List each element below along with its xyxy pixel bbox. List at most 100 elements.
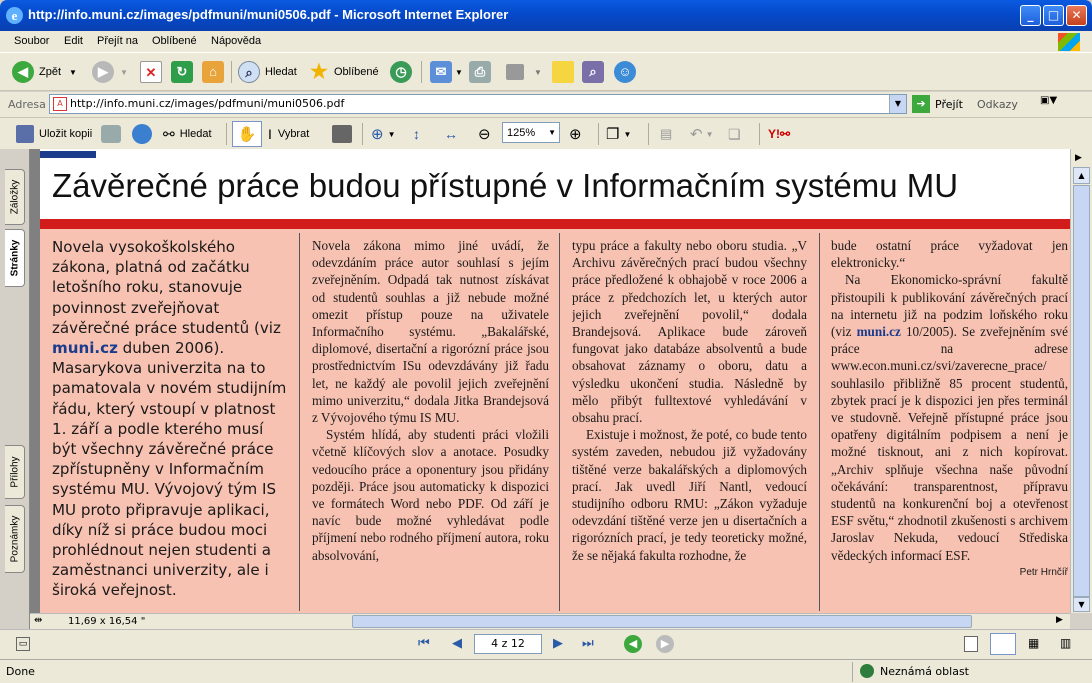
last-page-button[interactable]: ⏭ [582,636,594,651]
address-dropdown-icon[interactable]: ▼ [889,95,906,113]
page-number-input[interactable]: 4 z 12 [474,634,542,654]
scroll-down-button[interactable]: ▼ [1073,597,1090,612]
magnifier-icon: ⌕ [238,61,260,83]
rotate-dropdown-icon[interactable]: ▼ [623,130,631,139]
minimize-button[interactable]: _ [1020,5,1041,26]
history-button[interactable]: ◷ [390,60,412,84]
back-button[interactable]: ◀ Zpět ▼ [12,60,77,84]
address-input[interactable]: A http://info.muni.cz/images/pdfmuni/mun… [49,94,907,114]
menu-file[interactable]: Soubor [14,35,49,47]
camera-icon [332,125,352,143]
tab-comments[interactable]: Poznámky [5,505,25,573]
scroll-right-button[interactable]: ▶ [1056,615,1063,625]
print-button[interactable]: ⎙ [469,60,491,84]
refresh-button[interactable]: ↻ [171,60,193,84]
horizontal-scroll-thumb[interactable] [352,615,972,628]
menu-favorites[interactable]: Oblíbené [152,35,197,47]
menu-help[interactable]: Nápověda [211,35,261,47]
tab-pages[interactable]: Stránky [5,229,25,287]
article-column-2: Novela zákona mimo jiné uvádí, že odevzd… [312,237,549,611]
home-button[interactable]: ⌂ [202,60,224,84]
scroll-up-button[interactable]: ▲ [1073,167,1090,184]
menu-edit[interactable]: Edit [64,35,83,47]
copy-button[interactable]: ❏ [728,122,741,146]
zoom-dropdown-icon[interactable]: ▼ [548,128,556,137]
stop-button[interactable]: ✕ [140,60,162,84]
vertical-scroll-thumb[interactable] [1073,185,1090,597]
links-button[interactable]: Odkazy [977,98,1018,111]
first-page-button[interactable]: ⏮ [418,636,430,651]
undo-dropdown-icon[interactable]: ▼ [706,130,714,139]
go-arrow-icon: ➔ [912,95,930,113]
yahoo-button[interactable]: Y!⚯ [768,122,790,146]
column-divider [559,233,560,611]
go-button[interactable]: ➔ Přejít [912,95,963,113]
maximize-button[interactable]: □ [1043,5,1064,26]
pdf-search-button[interactable]: ⚯ Hledat [163,122,212,146]
save-copy-button[interactable]: Uložit kopii [16,122,92,146]
hand-tool-button[interactable]: ✋ [232,121,262,147]
continuous-facing-icon[interactable]: ▥ [1060,636,1071,650]
mail-dropdown-icon[interactable]: ▼ [455,68,463,77]
toolbar-separator [421,61,422,83]
snapshot-button[interactable] [332,122,352,146]
undo-button[interactable]: ↶ ▼ [690,122,714,146]
article-column-3: typu práce a fakulty nebo oboru studia. … [572,237,807,611]
text-cursor-icon: I [268,126,272,142]
fit-width-button[interactable]: ↔ [444,122,458,146]
page-options-arrow-icon[interactable]: ▶ [1075,153,1082,163]
previous-page-button[interactable]: ◀ [452,636,462,651]
horizontal-scrollbar[interactable]: ⇹ 11,69 x 16,54 " ▶ [30,613,1070,629]
pane-toggle-icon[interactable]: ▭ [16,637,30,651]
yahoo-logo-icon: Y!⚯ [768,127,791,141]
muni-cz-mention: muni.cz [52,339,118,358]
binoculars-icon: ⚯ [163,125,175,142]
single-page-icon[interactable] [964,636,978,652]
rotate-menu-button[interactable]: ❐ ▼ [606,122,631,146]
zoom-in-button[interactable]: ⊕ [569,122,582,146]
document-viewport[interactable]: Závěrečné práce budou přístupné v Inform… [30,149,1070,613]
text-select-button[interactable]: ▤ [660,122,672,146]
author-signature: Petr Hrnčíř [1019,566,1068,578]
ie-tools-icon[interactable]: ▣▼ [1040,95,1070,113]
vertical-scrollbar[interactable]: ▶ ▲ ▼ [1070,149,1092,613]
paragraph: bude ostatní práce vyžadovat jen elektro… [831,238,1068,271]
zoom-out-button[interactable]: ⊖ [478,122,491,146]
paragraph: Existuje i možnost, že poté, co bude ten… [572,427,807,563]
toolbar-separator [759,123,760,145]
notes-button[interactable] [552,60,574,84]
tab-bookmarks[interactable]: Záložky [5,169,25,225]
search-button[interactable]: ⌕ Hledat [238,60,297,84]
select-tool-button[interactable]: I Vybrat [268,122,309,146]
messenger-button[interactable]: ☺ [614,60,636,84]
pdf-print-button[interactable] [101,122,121,146]
toolbar-separator [226,123,227,145]
split-handle-icon[interactable]: ⇹ [34,615,42,626]
zoom-select[interactable]: 125% ▼ [502,122,560,143]
next-page-button[interactable]: ▶ [553,636,563,651]
edit-button[interactable]: ▼ [506,60,542,84]
favorites-button[interactable]: ★ Oblíbené [308,60,379,84]
back-dropdown-icon[interactable]: ▼ [69,68,77,77]
fit-page-button[interactable]: ↕ [413,122,420,146]
zoom-tool-dropdown-icon[interactable]: ▼ [388,130,396,139]
tab-attachments[interactable]: Přílohy [5,445,25,499]
globe-icon [860,664,874,678]
forward-dropdown-icon[interactable]: ▼ [120,68,128,77]
mail-button[interactable]: ✉ ▼ [430,60,463,84]
research-button[interactable]: ⌕ [582,60,604,84]
next-view-button[interactable]: ▶ [656,635,674,653]
top-accent-bar [40,151,96,158]
pdf-email-button[interactable] [132,122,152,146]
edit-dropdown-icon[interactable]: ▼ [534,68,542,77]
plus-circle-icon: ⊕ [569,126,582,143]
facing-pages-icon[interactable]: ▦ [1028,636,1039,650]
printer-icon [101,125,121,143]
navigation-pane: Záložky Stránky Přílohy Poznámky [0,149,30,632]
continuous-page-icon[interactable] [990,633,1016,655]
forward-button[interactable]: ▶ ▼ [92,60,128,84]
zoom-in-tool-button[interactable]: ⊕ ▼ [371,122,396,146]
menu-go[interactable]: Přejít na [97,35,138,47]
previous-view-button[interactable]: ◀ [624,635,642,653]
close-button[interactable]: ✕ [1066,5,1087,26]
